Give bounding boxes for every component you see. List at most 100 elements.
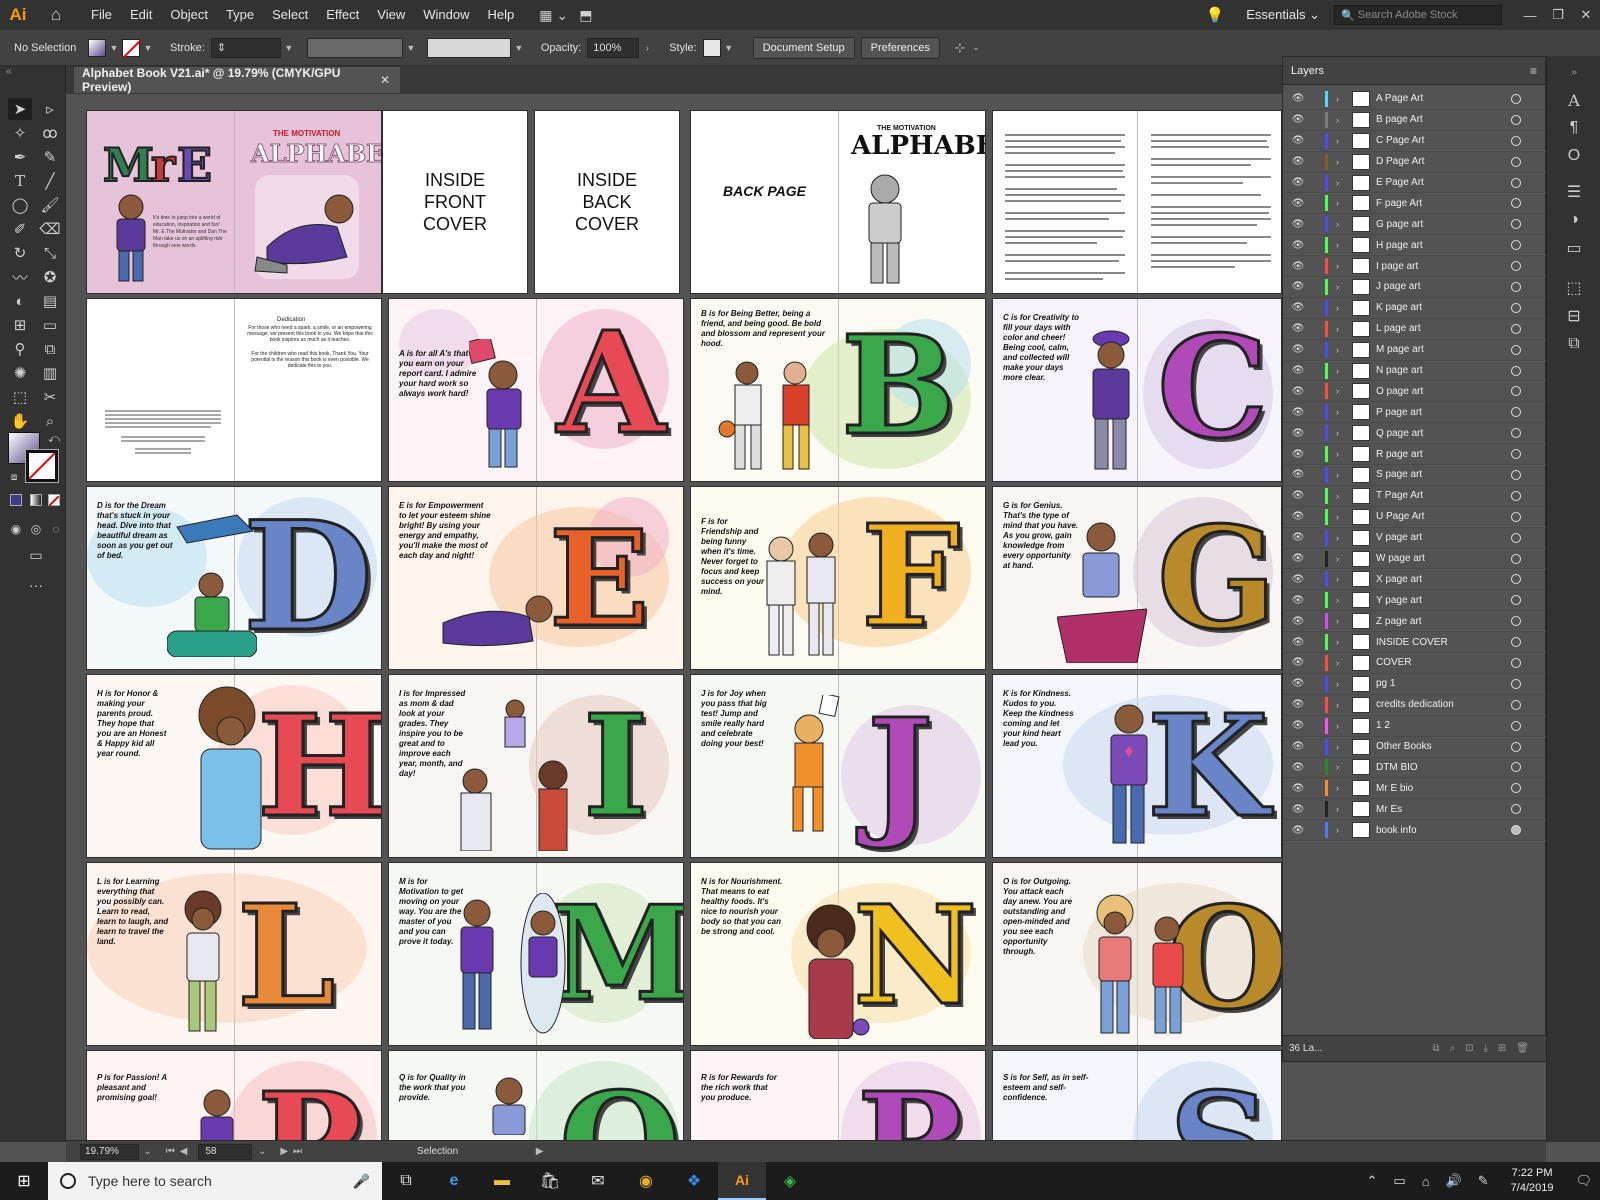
layer-row[interactable]: 👁 › COVER	[1283, 653, 1547, 674]
expand-chevron-icon[interactable]: ›	[1336, 470, 1348, 480]
layer-name[interactable]: P page art	[1376, 407, 1511, 418]
curvature-tool-icon[interactable]: ✎	[38, 146, 62, 168]
visibility-eye-icon[interactable]: 👁	[1287, 219, 1309, 230]
layer-name[interactable]: Z page art	[1376, 616, 1511, 627]
stroke-panel-icon[interactable]: ☰	[1561, 180, 1587, 204]
layer-row[interactable]: 👁 › K page art	[1283, 298, 1547, 319]
layer-name[interactable]: Mr Es	[1376, 804, 1511, 815]
expand-chevron-icon[interactable]: ›	[1336, 366, 1348, 376]
layer-row[interactable]: 👁 › V page art	[1283, 528, 1547, 549]
paragraph-panel-icon[interactable]: ¶	[1561, 116, 1587, 140]
evernote-icon[interactable]: ◈	[766, 1162, 814, 1200]
warp-tool-icon[interactable]: 〰	[8, 266, 32, 288]
artboard-cover[interactable]: MrE It's time to jump into a world of ed…	[86, 110, 382, 294]
visibility-eye-icon[interactable]: 👁	[1287, 532, 1309, 543]
layer-name[interactable]: V page art	[1376, 532, 1511, 543]
visibility-eye-icon[interactable]: 👁	[1287, 574, 1309, 585]
menu-view[interactable]: View	[368, 0, 414, 30]
menu-file[interactable]: File	[82, 0, 121, 30]
layer-row[interactable]: 👁 › L page art	[1283, 319, 1547, 340]
artboard-page-c[interactable]: C C is for Creativity to fill your days …	[992, 298, 1282, 482]
layer-name[interactable]: pg 1	[1376, 678, 1511, 689]
artboard-page-a[interactable]: A A is for all A's that you earn on your…	[388, 298, 684, 482]
layer-target-icon[interactable]	[1511, 553, 1521, 564]
close-document-icon[interactable]: ✕	[380, 73, 390, 87]
visibility-eye-icon[interactable]: 👁	[1287, 156, 1309, 167]
illustrator-taskbar-icon[interactable]: Ai	[718, 1162, 766, 1200]
layer-row[interactable]: 👁 › J page art	[1283, 277, 1547, 298]
layer-row[interactable]: 👁 › C Page Art	[1283, 131, 1547, 152]
artboard-page-b[interactable]: B B is for Being Better, being a friend,…	[690, 298, 986, 482]
minimize-button[interactable]: —	[1516, 8, 1544, 23]
artboard-page-j[interactable]: J J is for Joy when you pass that big te…	[690, 674, 986, 858]
layer-row[interactable]: 👁 › E Page Art	[1283, 173, 1547, 194]
visibility-eye-icon[interactable]: 👁	[1287, 261, 1309, 272]
visibility-eye-icon[interactable]: 👁	[1287, 469, 1309, 480]
gradient-mode-icon[interactable]	[30, 494, 42, 506]
expand-chevron-icon[interactable]: ›	[1336, 303, 1348, 313]
layer-target-icon[interactable]	[1511, 344, 1521, 355]
layer-target-icon[interactable]	[1511, 198, 1521, 209]
layer-target-icon[interactable]	[1511, 428, 1521, 439]
chevron-up-icon[interactable]: ⌃	[1367, 1173, 1378, 1189]
expand-chevron-icon[interactable]: ›	[1336, 742, 1348, 752]
visibility-eye-icon[interactable]: 👁	[1287, 741, 1309, 752]
preferences-button[interactable]: Preferences	[860, 36, 940, 59]
stock-search-input[interactable]: 🔍 Search Adobe Stock	[1334, 5, 1502, 25]
visibility-eye-icon[interactable]: 👁	[1287, 553, 1309, 564]
layer-target-icon[interactable]	[1511, 240, 1521, 251]
transparency-panel-icon[interactable]: ◑	[1561, 208, 1587, 232]
layer-row[interactable]: 👁 › T Page Art	[1283, 486, 1547, 507]
layer-name[interactable]: J page art	[1376, 281, 1511, 292]
brush-definition[interactable]	[426, 37, 511, 58]
expand-chevron-icon[interactable]: ›	[1336, 574, 1348, 584]
visibility-eye-icon[interactable]: 👁	[1287, 135, 1309, 146]
layer-name[interactable]: N page art	[1376, 365, 1511, 376]
visibility-eye-icon[interactable]: 👁	[1287, 177, 1309, 188]
magic-wand-tool-icon[interactable]: ✧	[8, 122, 32, 144]
layer-row[interactable]: 👁 › X page art	[1283, 569, 1547, 591]
layer-row[interactable]: 👁 › S page art	[1283, 465, 1547, 486]
layer-row[interactable]: 👁 › credits dedication	[1283, 695, 1547, 716]
expand-chevron-icon[interactable]: ›	[1336, 178, 1348, 188]
swap-fill-stroke-icon[interactable]: ⤺	[42, 428, 66, 450]
stroke-swatch[interactable]	[122, 38, 141, 58]
artboard-page-r[interactable]: R R is for Rewards for the rich work tha…	[690, 1050, 986, 1140]
visibility-eye-icon[interactable]: 👁	[1287, 616, 1309, 627]
network-icon[interactable]: ⌂	[1422, 1174, 1430, 1189]
mail-icon[interactable]: ✉	[574, 1162, 622, 1200]
layer-name[interactable]: O page art	[1376, 386, 1511, 397]
menu-effect[interactable]: Effect	[317, 0, 368, 30]
expand-chevron-icon[interactable]: ›	[1336, 783, 1348, 793]
opentype-panel-icon[interactable]: O	[1561, 144, 1587, 168]
expand-chevron-icon[interactable]: ›	[1336, 386, 1348, 396]
workspace-switcher[interactable]: Essentials ⌄	[1246, 7, 1320, 23]
visibility-eye-icon[interactable]: 👁	[1287, 198, 1309, 209]
notifications-icon[interactable]: 🗨	[1575, 1173, 1592, 1189]
layer-target-icon[interactable]	[1511, 699, 1521, 710]
layer-row[interactable]: 👁 › D Page Art	[1283, 152, 1547, 173]
layer-row[interactable]: 👁 › A Page Art	[1283, 89, 1547, 110]
volume-icon[interactable]: 🔊	[1446, 1173, 1462, 1189]
expand-chevron-icon[interactable]: ›	[1336, 282, 1348, 292]
artboard-page-h[interactable]: H H is for Honor & making your parents p…	[86, 674, 382, 858]
visibility-eye-icon[interactable]: 👁	[1287, 323, 1309, 334]
layer-row[interactable]: 👁 › U Page Art	[1283, 507, 1547, 528]
artboard-tool-icon[interactable]: ⬚	[8, 386, 32, 408]
rotate-tool-icon[interactable]: ↻	[8, 242, 32, 264]
layer-row[interactable]: 👁 › 1 2	[1283, 716, 1547, 737]
layer-target-icon[interactable]	[1511, 532, 1521, 543]
layer-target-icon[interactable]	[1511, 386, 1521, 397]
artboard-inside-back-cover[interactable]: INSIDE BACK COVER	[534, 110, 680, 294]
layer-target-icon[interactable]	[1511, 720, 1521, 731]
expand-chevron-icon[interactable]: ›	[1336, 136, 1348, 146]
layer-name[interactable]: Y page art	[1376, 595, 1511, 606]
layer-row[interactable]: 👁 › W page art	[1283, 549, 1547, 570]
visibility-eye-icon[interactable]: 👁	[1287, 386, 1309, 397]
opacity-field[interactable]: 100%	[587, 37, 640, 58]
lasso-tool-icon[interactable]: ꝏ	[38, 122, 62, 144]
layer-name[interactable]: K page art	[1376, 302, 1511, 313]
battery-icon[interactable]: ▭	[1393, 1173, 1405, 1189]
artboard-page-o[interactable]: O O is for Outgoing. You attack each day…	[992, 862, 1282, 1046]
home-icon[interactable]: ⌂	[42, 2, 70, 28]
